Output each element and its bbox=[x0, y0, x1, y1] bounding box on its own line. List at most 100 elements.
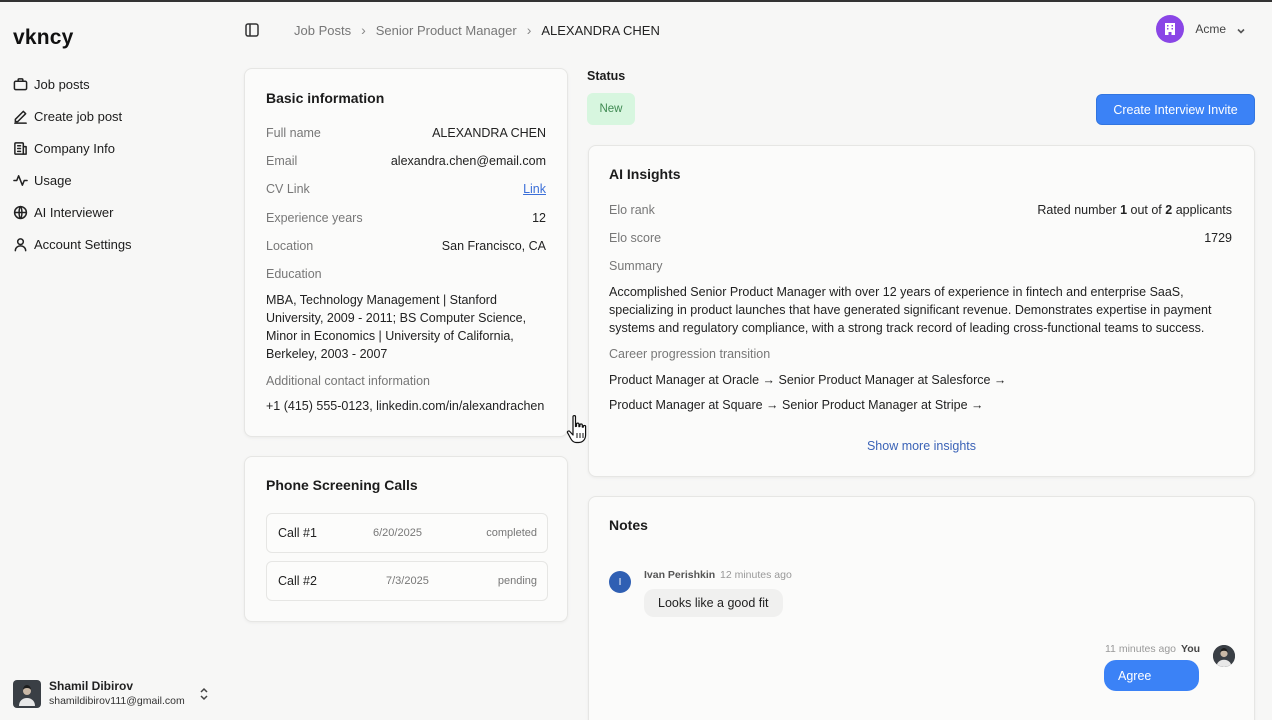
career-item: Product Manager at Square → Senior Produ… bbox=[609, 398, 984, 412]
career-label-row: Career progression transition bbox=[609, 347, 1232, 361]
elo-score-value: 1729 bbox=[1204, 231, 1232, 245]
breadcrumb-job-posts[interactable]: Job Posts bbox=[294, 23, 351, 38]
sidebar-item-usage[interactable]: Usage bbox=[12, 164, 222, 196]
sidebar-toggle-icon[interactable] bbox=[245, 23, 259, 37]
call-name: Call #2 bbox=[278, 574, 317, 588]
career-label: Career progression transition bbox=[609, 347, 771, 361]
sidebar-item-ai-interviewer[interactable]: AI Interviewer bbox=[12, 196, 222, 228]
experience-row: Experience years 12 bbox=[266, 211, 546, 225]
full-name-row: Full name ALEXANDRA CHEN bbox=[266, 126, 546, 140]
elo-score-label: Elo score bbox=[609, 231, 662, 245]
call-status: pending bbox=[497, 575, 537, 587]
note-message: Agree bbox=[1104, 660, 1199, 691]
sidebar-item-company-info[interactable]: Company Info bbox=[12, 132, 222, 164]
chevron-down-icon bbox=[1236, 24, 1246, 34]
user-icon bbox=[12, 236, 28, 252]
cv-row: CV Link Link bbox=[266, 182, 546, 196]
org-name: Acme bbox=[1195, 22, 1226, 36]
elo-rank-prefix: Rated number bbox=[1037, 203, 1117, 217]
chevron-right-icon: › bbox=[526, 22, 532, 38]
sidebar-item-label: AI Interviewer bbox=[34, 204, 114, 220]
sidebar-item-label: Create job post bbox=[34, 108, 123, 124]
avatar bbox=[1213, 645, 1235, 667]
basic-info-card: Basic information Full name ALEXANDRA CH… bbox=[244, 68, 568, 437]
email-row: Email alexandra.chen@email.com bbox=[266, 154, 546, 168]
building-icon bbox=[12, 140, 28, 156]
call-item[interactable]: Call #2 7/3/2025 pending bbox=[266, 561, 548, 601]
chevrons-up-down-icon[interactable] bbox=[198, 686, 210, 702]
ai-insights-card: AI Insights Elo rank Rated number 1 out … bbox=[588, 145, 1255, 477]
call-name: Call #1 bbox=[278, 526, 317, 540]
sidebar: vkncy Job posts Create job post Company … bbox=[0, 2, 232, 720]
status-badge[interactable]: New bbox=[587, 93, 635, 125]
full-name-value: ALEXANDRA CHEN bbox=[432, 126, 546, 140]
call-status: completed bbox=[486, 527, 537, 539]
cv-link[interactable]: Link bbox=[523, 182, 546, 196]
location-row: Location San Francisco, CA bbox=[266, 239, 546, 253]
call-date: 7/3/2025 bbox=[386, 575, 429, 587]
app-logo[interactable]: vkncy bbox=[13, 26, 74, 50]
elo-rank-label: Elo rank bbox=[609, 203, 655, 217]
cv-label: CV Link bbox=[266, 182, 310, 196]
notes-title: Notes bbox=[609, 517, 648, 533]
activity-icon bbox=[12, 172, 28, 188]
avatar: I bbox=[609, 571, 631, 593]
sidebar-item-label: Company Info bbox=[34, 140, 115, 156]
avatar bbox=[13, 680, 41, 708]
education-value: MBA, Technology Management | Stanford Un… bbox=[266, 293, 527, 361]
sidebar-item-label: Usage bbox=[34, 172, 72, 188]
elo-rank-mid: out of bbox=[1130, 203, 1162, 217]
briefcase-icon bbox=[12, 76, 28, 92]
elo-rank-suffix: applicants bbox=[1175, 203, 1232, 217]
user-name: Shamil Dibirov bbox=[49, 679, 134, 693]
elo-rank-number: 1 bbox=[1120, 203, 1128, 217]
user-email: shamildibirov111@gmail.com bbox=[49, 695, 185, 707]
elo-score-row: Elo score 1729 bbox=[609, 231, 1232, 245]
sidebar-item-label: Account Settings bbox=[34, 236, 132, 252]
header: Job Posts › Senior Product Manager › ALE… bbox=[232, 2, 1272, 60]
create-interview-invite-button[interactable]: Create Interview Invite bbox=[1096, 94, 1255, 125]
notes-card: Notes I Ivan Perishkin 12 minutes ago Lo… bbox=[588, 496, 1255, 720]
summary-label-row: Summary bbox=[609, 259, 1232, 273]
experience-value: 12 bbox=[532, 211, 546, 225]
experience-label: Experience years bbox=[266, 211, 363, 225]
phone-screening-title: Phone Screening Calls bbox=[266, 477, 418, 493]
summary-text: Accomplished Senior Product Manager with… bbox=[609, 285, 1212, 335]
call-item[interactable]: Call #1 6/20/2025 completed bbox=[266, 513, 548, 553]
elo-rank-row: Elo rank Rated number 1 out of 2 applica… bbox=[609, 203, 1232, 217]
user-menu[interactable]: Shamil Dibirov shamildibirov111@gmail.co… bbox=[13, 678, 218, 710]
sidebar-item-job-posts[interactable]: Job posts bbox=[12, 68, 222, 100]
sidebar-nav: Job posts Create job post Company Info U… bbox=[12, 68, 222, 260]
full-name-label: Full name bbox=[266, 126, 321, 140]
note-message: Looks like a good fit bbox=[644, 589, 783, 617]
building-icon bbox=[1156, 15, 1185, 43]
sidebar-item-account-settings[interactable]: Account Settings bbox=[12, 228, 222, 260]
breadcrumb-current: ALEXANDRA CHEN bbox=[541, 22, 660, 38]
sidebar-item-create-job-post[interactable]: Create job post bbox=[12, 100, 222, 132]
org-switcher[interactable]: Acme bbox=[1156, 15, 1246, 43]
status-label: Status bbox=[587, 69, 626, 83]
note-author: You bbox=[1181, 643, 1201, 655]
call-date: 6/20/2025 bbox=[373, 527, 422, 539]
location-label: Location bbox=[266, 239, 314, 253]
pencil-icon bbox=[12, 108, 28, 124]
email-label: Email bbox=[266, 154, 298, 168]
note-time: 11 minutes ago bbox=[1105, 643, 1177, 655]
user-info: Shamil Dibirov shamildibirov111@gmail.co… bbox=[49, 679, 185, 709]
career-item: Product Manager at Oracle → Senior Produ… bbox=[609, 373, 1007, 387]
location-value: San Francisco, CA bbox=[441, 239, 546, 253]
elo-rank-total: 2 bbox=[1165, 203, 1173, 217]
contact-value: +1 (415) 555-0123, linkedin.com/in/alexa… bbox=[266, 399, 545, 413]
contact-label: Additional contact information bbox=[266, 374, 430, 388]
breadcrumb-job[interactable]: Senior Product Manager bbox=[376, 23, 517, 38]
note-author: Ivan Perishkin bbox=[644, 569, 716, 581]
chevron-right-icon: › bbox=[361, 22, 366, 38]
sidebar-item-label: Job posts bbox=[34, 76, 90, 92]
show-more-insights-button[interactable]: Show more insights bbox=[589, 439, 1254, 453]
phone-screening-card: Phone Screening Calls Call #1 6/20/2025 … bbox=[244, 456, 568, 622]
note-time: 12 minutes ago bbox=[720, 569, 792, 581]
summary-label: Summary bbox=[609, 259, 663, 273]
basic-info-title: Basic information bbox=[266, 90, 385, 106]
breadcrumb: Job Posts › Senior Product Manager › ALE… bbox=[294, 22, 660, 38]
ai-insights-title: AI Insights bbox=[609, 166, 681, 182]
